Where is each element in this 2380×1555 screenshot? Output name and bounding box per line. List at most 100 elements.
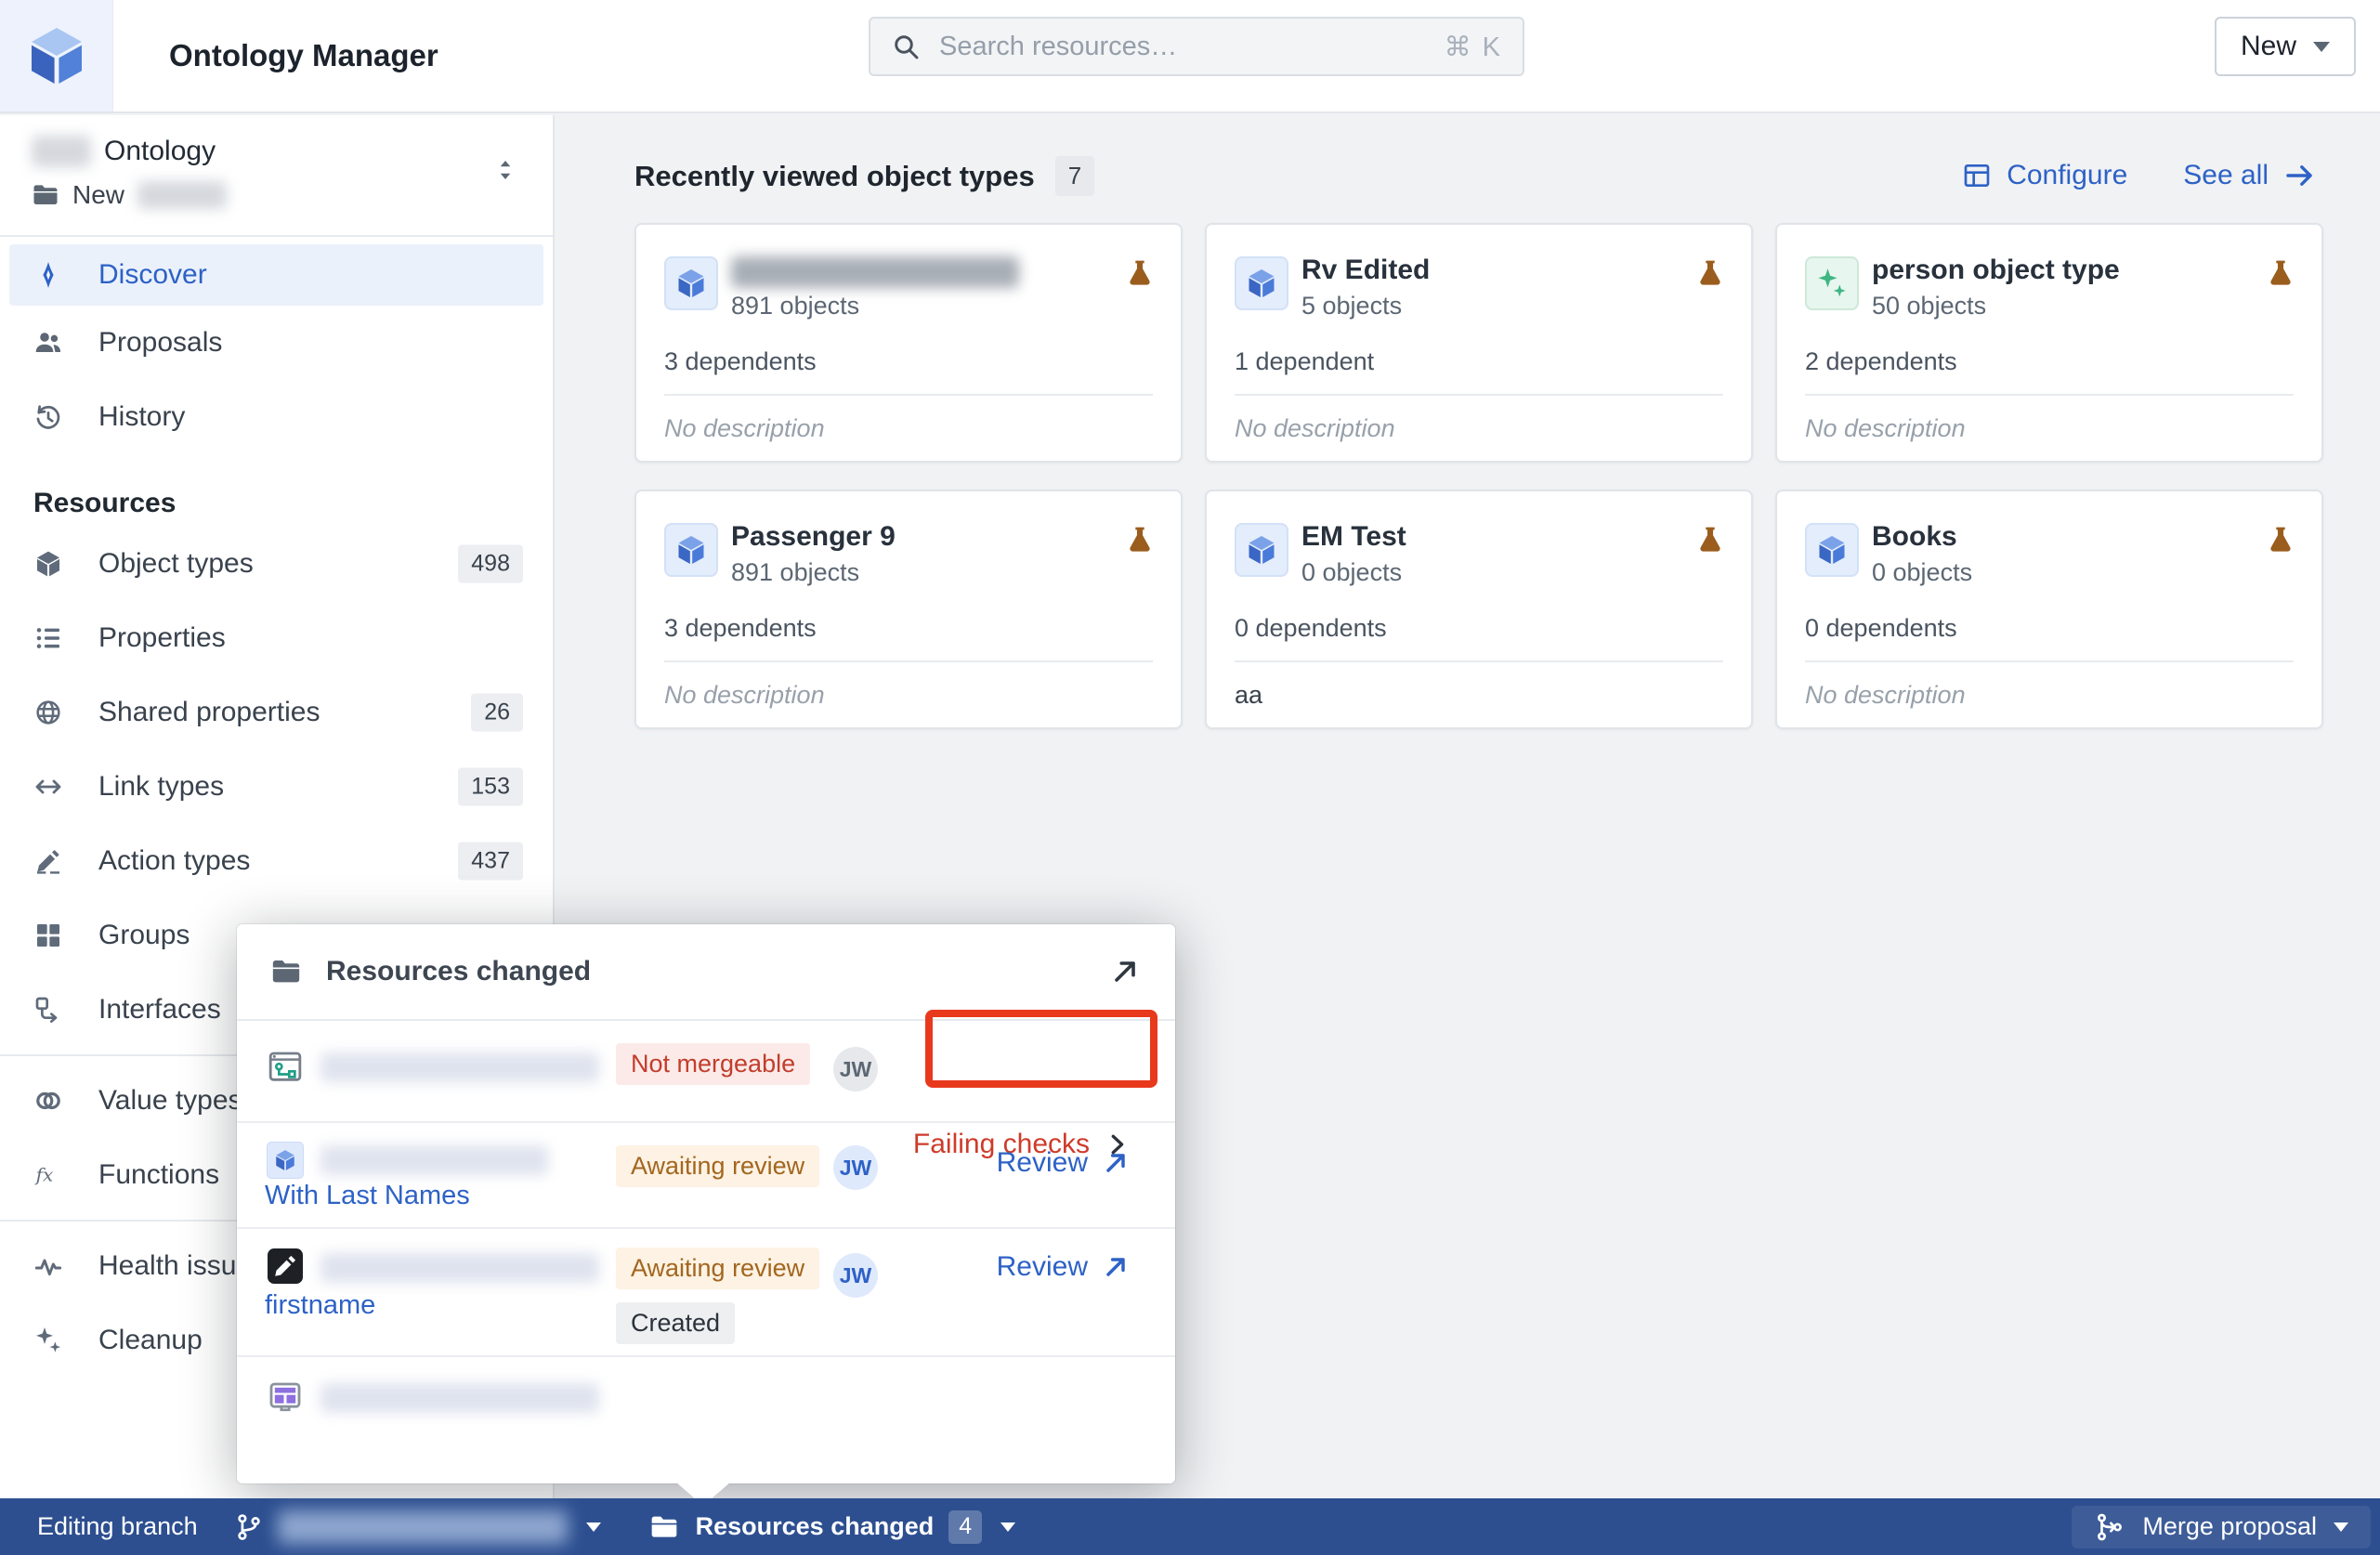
divider [1805, 394, 2294, 396]
object-type-card[interactable]: EM Test 0 objects 0 dependents aa [1205, 490, 1753, 729]
arrow-right-icon [2283, 160, 2315, 191]
schema-icon [267, 1049, 304, 1086]
sparkles-icon [1805, 256, 1859, 310]
card-description: No description [664, 681, 825, 709]
sparkles-icon [33, 1326, 63, 1355]
object-count: 891 objects [731, 558, 860, 586]
object-type-card[interactable]: Books 0 objects 0 dependents No descript… [1775, 490, 2323, 729]
redacted-resource-name [320, 1383, 599, 1413]
resources-changed-button[interactable]: Resources changed [696, 1512, 935, 1541]
changed-resource-row[interactable]: firstname Awaiting review Created JW Rev… [237, 1229, 1175, 1357]
object-type-card[interactable]: Passenger 9 891 objects 3 dependents No … [634, 490, 1183, 729]
avatar: JW [833, 1047, 878, 1091]
dependents-count: 3 dependents [664, 614, 817, 642]
chevron-down-icon [2313, 41, 2330, 52]
section-actions: Configure See all [1962, 160, 2315, 191]
sidebar-item-label: Functions [98, 1159, 220, 1190]
resources-changed-caret[interactable] [1000, 1522, 1016, 1532]
branch-dropdown-caret[interactable] [585, 1522, 601, 1532]
search-shortcut: ⌘ K [1444, 32, 1502, 62]
resource-link[interactable]: With Last Names [265, 1181, 470, 1211]
pulse-icon [33, 1251, 63, 1281]
git-branch-icon [233, 1511, 265, 1543]
merge-proposal-label: Merge proposal [2142, 1512, 2317, 1540]
ontology-manager-app: Ontology Manager Search resources… ⌘ K N… [0, 0, 2380, 1555]
review-link[interactable]: Review [997, 1251, 1131, 1283]
dependents-count: 3 dependents [664, 347, 817, 375]
new-button[interactable]: New [2214, 17, 2356, 76]
sidebar-item-discover[interactable]: Discover [9, 244, 543, 306]
cube-icon [33, 549, 63, 579]
search-input[interactable]: Search resources… ⌘ K [869, 17, 1524, 76]
sidebar-item-label: Cleanup [98, 1325, 203, 1355]
top-header: Ontology Manager Search resources… ⌘ K N… [0, 0, 2380, 113]
change-badge: Created [616, 1302, 736, 1344]
experimental-flask-icon [2266, 525, 2295, 555]
sidebar-item-label: Value types [98, 1085, 242, 1116]
cube-icon [1235, 523, 1288, 577]
object-count: 0 objects [1872, 558, 1973, 586]
object-type-card[interactable]: person object type 50 objects 2 dependen… [1775, 223, 2323, 463]
sidebar-item-link-types[interactable]: Link types 153 [0, 750, 553, 824]
recently-viewed-header: Recently viewed object types 7 [634, 156, 1095, 196]
page-title: Ontology Manager [169, 38, 438, 72]
changed-resource-row[interactable]: With Last Names Awaiting review JW Revie… [237, 1123, 1175, 1229]
sidebar-item-label: Shared properties [98, 697, 320, 727]
card-description: No description [1235, 414, 1395, 442]
status-badges: Not mergeable [616, 1043, 811, 1085]
app-logo[interactable] [0, 0, 113, 111]
sidebar-item-proposals[interactable]: Proposals [0, 306, 553, 380]
configure-button[interactable]: Configure [1962, 160, 2127, 191]
divider [664, 394, 1153, 396]
card-description: aa [1235, 681, 1263, 709]
see-all-label: See all [2183, 160, 2269, 190]
sidebar-item-properties[interactable]: Properties [0, 601, 553, 675]
pencil-icon [267, 1248, 304, 1285]
sidebar-item-action-types[interactable]: Action types 437 [0, 824, 553, 898]
resource-link[interactable]: firstname [265, 1290, 375, 1321]
merge-proposal-button[interactable]: Merge proposal [2072, 1505, 2371, 1548]
review-label: Review [996, 1251, 1088, 1282]
count-badge: 26 [471, 693, 523, 732]
avatar: JW [833, 1145, 878, 1190]
redacted-card-title [731, 256, 1019, 288]
status-badge: Not mergeable [616, 1043, 811, 1085]
sidebar-item-label: Properties [98, 622, 226, 653]
branch-label: New [72, 180, 125, 209]
changed-resource-row[interactable] [237, 1357, 1175, 1483]
sidebar-item-object-types[interactable]: Object types 498 [0, 527, 553, 601]
card-title: Rv Edited [1301, 255, 1431, 285]
ontology-switcher[interactable]: Ontology New [0, 115, 553, 237]
folder-icon [270, 956, 302, 987]
experimental-flask-icon [1695, 258, 1725, 288]
status-badge: Awaiting review [616, 1248, 820, 1289]
card-title: Books [1872, 521, 1957, 552]
popup-header: Resources changed [237, 924, 1175, 1021]
review-label: Review [996, 1147, 1088, 1178]
search-icon [891, 32, 921, 61]
editing-branch-label: Editing branch [37, 1512, 198, 1540]
open-external-icon [1101, 1252, 1131, 1282]
svg-text:fx: fx [34, 1164, 54, 1186]
experimental-flask-icon [1695, 525, 1725, 555]
dependents-count: 0 dependents [1235, 614, 1387, 642]
redacted-branch-name [137, 181, 228, 209]
redacted-branch-name [277, 1509, 568, 1544]
review-link[interactable]: Review [997, 1147, 1131, 1179]
changed-resource-row[interactable]: Not mergeable JW Failing checks [237, 1021, 1175, 1159]
open-external-icon [1101, 1148, 1131, 1178]
sidebar-item-shared-properties[interactable]: Shared properties 26 [0, 675, 553, 750]
double-arrow-icon [33, 772, 63, 802]
status-badges: Awaiting review Created [616, 1248, 820, 1344]
open-external-icon[interactable] [1108, 955, 1142, 988]
object-type-card[interactable]: Rv Edited 5 objects 1 dependent No descr… [1205, 223, 1753, 463]
sidebar-item-label: Interfaces [98, 994, 221, 1025]
people-icon [33, 328, 63, 358]
object-type-card[interactable]: 891 objects 3 dependents No description [634, 223, 1183, 463]
status-badge: Awaiting review [616, 1145, 820, 1187]
switch-ontology-icon[interactable] [491, 156, 519, 184]
sidebar-item-history[interactable]: History [0, 380, 553, 454]
see-all-button[interactable]: See all [2183, 160, 2315, 191]
dependents-count: 1 dependent [1235, 347, 1375, 375]
resources-changed-popup: Resources changed Not mergeable JW Faili… [237, 924, 1175, 1506]
